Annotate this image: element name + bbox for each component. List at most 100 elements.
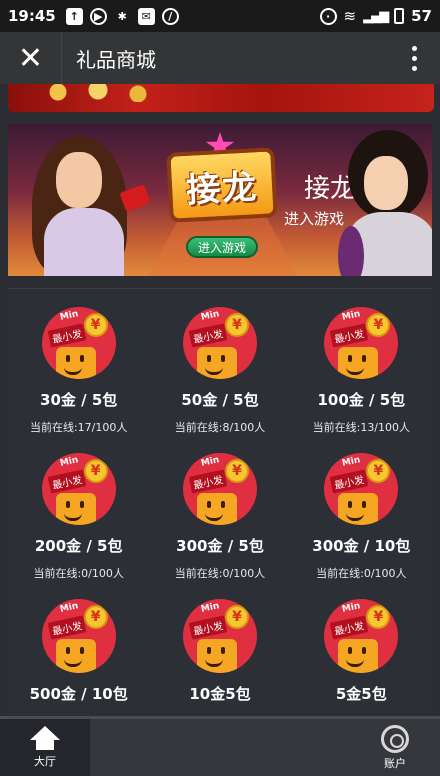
online-count: 当前在线:0/100人 [316,567,407,580]
product-price: 50金 / 5包 [181,391,259,409]
yuan-coin-icon: ¥ [224,459,249,483]
yuan-coin-icon: ¥ [83,313,108,337]
paw-icon: ✱ [117,9,127,23]
nav-home-label: 大厅 [34,755,56,768]
product-item[interactable]: Min 最小发 ¥10金5包 [149,581,290,716]
red-packet-badge: Min 最小发 ¥ [41,453,116,525]
red-packet-badge: Min 最小发 ¥ [324,599,399,673]
min-label: Min [341,601,362,615]
enter-game-button[interactable]: 进入游戏 [186,236,258,258]
mail-icon: ✉ [137,7,155,25]
min-send-label: 最小发 [188,615,228,640]
more-dot-icon [411,65,417,71]
battery-level: 57 [411,7,432,25]
product-price: 500金 / 10包 [29,685,128,703]
min-label: Min [341,455,362,469]
red-packet-badge: Min 最小发 ¥ [182,307,257,379]
min-send-label: 最小发 [47,469,87,494]
product-price: 300金 / 10包 [312,537,411,555]
online-count: 当前在线:17/100人 [29,421,128,434]
nav-account-label: 账户 [384,756,406,770]
more-dot-icon [411,45,417,51]
yuan-coin-icon: ¥ [224,605,249,629]
bottom-nav: 大厅 账户 [0,716,440,776]
product-grid: Min 最小发 ¥30金 / 5包 当前在线:17/100人 Min 最小发 ¥50金 / … [8,289,432,716]
money-bag-icon [338,639,379,673]
red-packet-badge: Min 最小发 ¥ [41,599,116,673]
promo-banner[interactable] [8,84,434,112]
online-count: 当前在线:0/100人 [174,567,266,580]
product-item[interactable]: Min 最小发 ¥300金 / 10包 当前在线:0/100人 [291,435,432,581]
signal-icon: ▂▄▆ [363,8,389,24]
min-send-label: 最小发 [329,469,369,494]
home-icon [30,726,60,750]
min-send-label: 最小发 [329,615,369,640]
page-title: 礼品商城 [76,47,156,72]
red-packet-badge: Min 最小发 ¥ [182,453,257,525]
blocked-icon: / [161,7,179,25]
red-packet-badge: Min 最小发 ¥ [182,599,257,673]
min-send-label: 最小发 [47,615,87,640]
min-label: Min [200,601,221,615]
battery-icon [394,8,405,24]
product-item[interactable]: Min 最小发 ¥500金 / 10包 [8,581,149,716]
red-packet-badge: Min 最小发 ¥ [324,453,399,525]
min-label: Min [58,309,79,323]
nav-home[interactable]: 大厅 [0,719,90,776]
banner-subtitle: 进入游戏 [284,210,345,228]
alarm-icon: · [319,7,337,25]
product-item[interactable]: Min 最小发 ¥30金 / 5包 当前在线:17/100人 [8,289,149,435]
yuan-coin-icon: ¥ [83,459,108,483]
status-time: 19:45 [8,7,56,25]
red-packet-badge: Min 最小发 ¥ [41,307,116,379]
online-count: 当前在线:13/100人 [312,421,411,434]
product-price: 100金 / 5包 [317,391,406,409]
min-label: Min [58,601,79,615]
yuan-coin-icon: ¥ [83,605,108,629]
money-bag-icon [55,639,96,673]
yuan-coin-icon: ¥ [366,459,391,483]
min-send-label: 最小发 [47,323,87,348]
play-icon: ▶ [89,7,107,25]
product-item[interactable]: Min 最小发 ¥100金 / 5包 当前在线:13/100人 [291,289,432,435]
red-packet-badge: Min 最小发 ¥ [324,307,399,379]
character-illustration [22,134,151,276]
yuan-coin-icon: ¥ [224,313,249,337]
product-item[interactable]: Min 最小发 ¥300金 / 5包 当前在线:0/100人 [149,435,290,581]
more-options-button[interactable] [388,32,440,84]
nav-account[interactable]: 账户 [350,719,440,776]
min-send-label: 最小发 [329,323,369,348]
yuan-coin-icon: ¥ [366,605,391,629]
decoration [38,84,178,102]
min-label: Min [58,455,79,469]
product-item[interactable]: Min 最小发 ¥50金 / 5包 当前在线:8/100人 [149,289,290,435]
online-count: 当前在线:0/100人 [33,567,124,580]
wifi-icon: ≋ [343,7,357,25]
close-icon: ✕ [17,40,44,76]
upload-icon: ↑ [65,7,83,25]
product-price: 300金 / 5包 [176,537,264,555]
online-count: 当前在线:8/100人 [174,421,266,434]
min-send-label: 最小发 [188,323,228,348]
product-price: 30金 / 5包 [40,391,118,409]
product-price: 200金 / 5包 [34,537,123,555]
min-label: Min [200,309,221,323]
game-logo: 接龙 [166,147,278,223]
character-illustration [338,130,432,276]
product-panel: Min 最小发 ¥30金 / 5包 当前在线:17/100人 Min 最小发 ¥50金 / … [8,288,432,716]
min-label: Min [341,309,362,323]
product-item[interactable]: Min 最小发 ¥5金5包 [291,581,432,716]
product-item[interactable]: Min 最小发 ¥200金 / 5包 当前在线:0/100人 [8,435,149,581]
min-send-label: 最小发 [188,469,228,494]
game-banner[interactable]: 接龙 进入游戏 接龙 进入游戏 [8,124,432,276]
money-bag-icon [196,639,237,673]
title-bar: ✕ 礼品商城 [0,32,440,84]
close-button[interactable]: ✕ [0,32,62,84]
product-price: 5金5包 [335,685,387,703]
min-label: Min [200,455,221,469]
product-price: 10金5包 [189,685,251,703]
status-bar: 19:45 ↑ ▶ ✱ ✉ / · ≋ ▂▄▆ 57 [0,0,440,32]
yuan-coin-icon: ¥ [366,313,391,337]
gear-icon [381,724,409,753]
more-dot-icon [411,55,417,61]
